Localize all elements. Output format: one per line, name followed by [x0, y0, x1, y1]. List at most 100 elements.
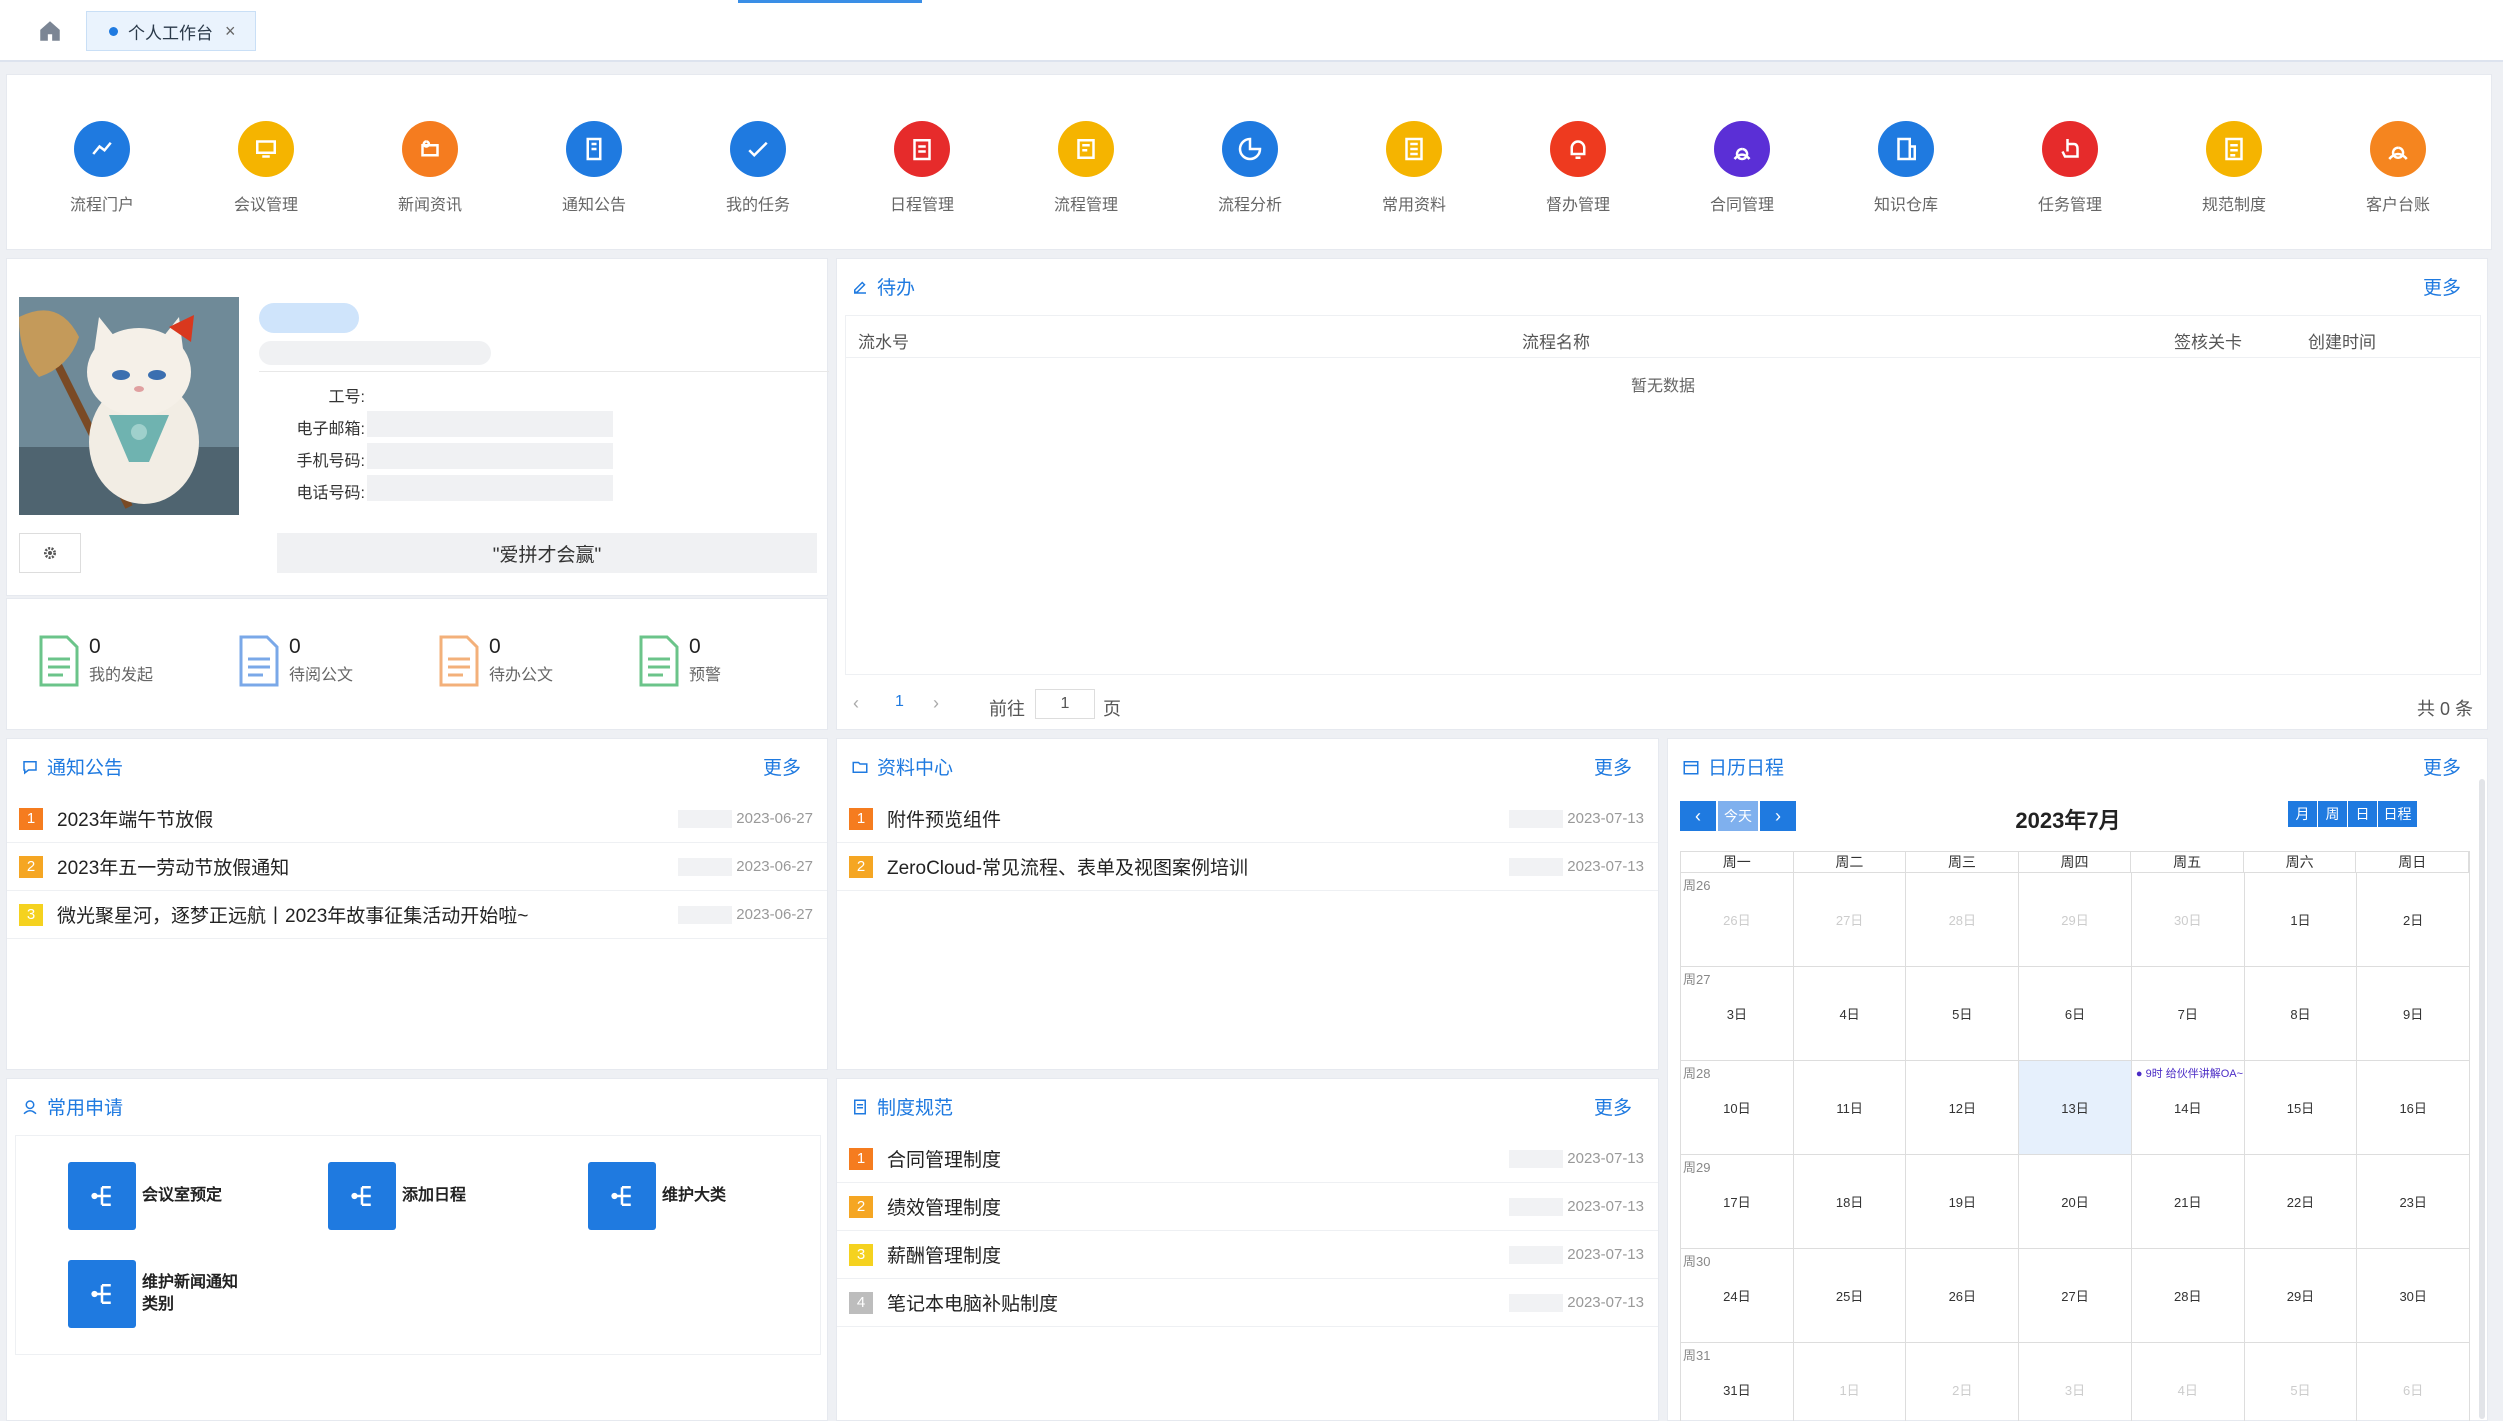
calendar-day[interactable]: 31日 — [1681, 1343, 1794, 1421]
quick-link-0[interactable]: 流程门户 — [37, 121, 167, 215]
quick-link-6[interactable]: 流程管理 — [1021, 121, 1151, 215]
tab-workbench[interactable]: 个人工作台 × — [86, 11, 256, 51]
calendar-day[interactable]: 11日 — [1794, 1061, 1907, 1154]
stat-item[interactable]: 0 待阅公文 — [237, 635, 353, 687]
view-button-3[interactable]: 日程 — [2378, 801, 2418, 827]
view-button-0[interactable]: 月 — [2288, 801, 2318, 827]
list-item[interactable]: 2 2023年五一劳动节放假通知 2023-06-27 — [7, 843, 827, 891]
common-app-2[interactable]: 维护大类 — [588, 1162, 772, 1230]
calendar-day[interactable]: 14日 ● 9时 给伙伴讲解OA~ — [2132, 1061, 2245, 1154]
item-title: 绩效管理制度 — [887, 1198, 1002, 1219]
quick-link-12[interactable]: 任务管理 — [2005, 121, 2135, 215]
view-button-1[interactable]: 周 — [2318, 801, 2348, 827]
calendar-day[interactable]: 23日 — [2357, 1155, 2471, 1248]
calendar-day[interactable]: 3日 — [1681, 967, 1794, 1060]
calendar-day[interactable]: 6日 — [2019, 967, 2132, 1060]
calendar-day[interactable]: 22日 — [2245, 1155, 2358, 1248]
notice-more-link[interactable]: 更多 — [763, 753, 801, 780]
common-app-3[interactable]: 维护新闻通知类别 — [68, 1260, 252, 1328]
quick-link-8[interactable]: 常用资料 — [1349, 121, 1479, 215]
list-item[interactable]: 1 合同管理制度 2023-07-13 — [837, 1135, 1658, 1183]
close-icon[interactable]: × — [225, 21, 236, 42]
common-app-0[interactable]: 会议室预定 — [68, 1162, 252, 1230]
stat-item[interactable]: 0 待办公文 — [437, 635, 553, 687]
calendar-day[interactable]: 5日 — [2245, 1343, 2358, 1421]
calendar-day[interactable]: 7日 — [2132, 967, 2245, 1060]
calendar-day[interactable]: 1日 — [2245, 873, 2358, 966]
goto-input[interactable]: 1 — [1035, 689, 1095, 719]
home-icon[interactable] — [36, 18, 66, 46]
list-item[interactable]: 2 ZeroCloud-常见流程、表单及视图案例培训 2023-07-13 — [837, 843, 1658, 891]
quick-link-label: 通知公告 — [561, 197, 626, 214]
settings-button[interactable] — [19, 533, 81, 573]
calendar-day[interactable]: 10日 — [1681, 1061, 1794, 1154]
calendar-day[interactable]: 27日 — [1794, 873, 1907, 966]
calendar-day[interactable]: 18日 — [1794, 1155, 1907, 1248]
item-date: 2023-06-27 — [736, 810, 813, 827]
quick-link-1[interactable]: 会议管理 — [201, 121, 331, 215]
calendar-day[interactable]: 12日 — [1906, 1061, 2020, 1154]
prev-page-icon[interactable]: ‹ — [853, 693, 859, 714]
calendar-day[interactable]: 15日 — [2245, 1061, 2358, 1154]
quick-link-2[interactable]: 新闻资讯 — [365, 121, 495, 215]
list-item[interactable]: 1 附件预览组件 2023-07-13 — [837, 795, 1658, 843]
calendar-day[interactable]: 2日 — [1906, 1343, 2020, 1421]
calendar-day[interactable]: 27日 — [2019, 1249, 2132, 1342]
calendar-day[interactable]: 28日 — [1906, 873, 2020, 966]
calendar-day[interactable]: 8日 — [2245, 967, 2358, 1060]
rules-more-link[interactable]: 更多 — [1594, 1093, 1632, 1120]
list-item[interactable]: 4 笔记本电脑补贴制度 2023-07-13 — [837, 1279, 1658, 1327]
calendar-day[interactable]: 13日 — [2019, 1061, 2132, 1154]
calendar-day[interactable]: 29日 — [2245, 1249, 2358, 1342]
calendar-day[interactable]: 6日 — [2357, 1343, 2471, 1421]
calendar-more-link[interactable]: 更多 — [2423, 753, 2461, 780]
quick-link-label: 知识仓库 — [1873, 197, 1938, 214]
calendar-day[interactable]: 30日 — [2132, 873, 2245, 966]
quick-link-11[interactable]: 知识仓库 — [1841, 121, 1971, 215]
calendar-day[interactable]: 21日 — [2132, 1155, 2245, 1248]
calendar-day[interactable]: 20日 — [2019, 1155, 2132, 1248]
list-item[interactable]: 2 绩效管理制度 2023-07-13 — [837, 1183, 1658, 1231]
calendar-scrollbar[interactable] — [2479, 779, 2485, 1419]
stat-item[interactable]: 0 我的发起 — [37, 635, 153, 687]
calendar-day[interactable]: 26日 — [1906, 1249, 2020, 1342]
calendar-day[interactable]: 5日 — [1906, 967, 2020, 1060]
calendar-day[interactable]: 17日 — [1681, 1155, 1794, 1248]
calendar-day[interactable]: 29日 — [2019, 873, 2132, 966]
calendar-day[interactable]: 1日 — [1794, 1343, 1907, 1421]
todo-more-link[interactable]: 更多 — [2423, 273, 2461, 300]
quick-link-3[interactable]: 通知公告 — [529, 121, 659, 215]
calendar-day[interactable]: 26日 — [1681, 873, 1794, 966]
quick-link-10[interactable]: 合同管理 — [1677, 121, 1807, 215]
next-page-icon[interactable]: › — [933, 693, 939, 714]
calendar-day[interactable]: 2日 — [2357, 873, 2471, 966]
list-item[interactable]: 1 2023年端午节放假 2023-06-27 — [7, 795, 827, 843]
stat-item[interactable]: 0 预警 — [637, 635, 721, 687]
quick-link-13[interactable]: 规范制度 — [2169, 121, 2299, 215]
quick-link-icon — [1222, 121, 1278, 177]
calendar-day[interactable]: 25日 — [1794, 1249, 1907, 1342]
quick-link-icon — [2370, 121, 2426, 177]
calendar-day[interactable]: 28日 — [2132, 1249, 2245, 1342]
view-button-2[interactable]: 日 — [2348, 801, 2378, 827]
quick-link-4[interactable]: 我的任务 — [693, 121, 823, 215]
calendar-day[interactable]: 4日 — [2132, 1343, 2245, 1421]
calendar-event[interactable]: ● 9时 给伙伴讲解OA~ — [2136, 1065, 2243, 1081]
quick-link-7[interactable]: 流程分析 — [1185, 121, 1315, 215]
calendar-day[interactable]: 24日 — [1681, 1249, 1794, 1342]
calendar-day[interactable]: 9日 — [2357, 967, 2471, 1060]
calendar-day[interactable]: 4日 — [1794, 967, 1907, 1060]
calendar-day[interactable]: 16日 — [2357, 1061, 2471, 1154]
quick-link-9[interactable]: 督办管理 — [1513, 121, 1643, 215]
common-app-1[interactable]: 添加日程 — [328, 1162, 512, 1230]
quick-link-5[interactable]: 日程管理 — [857, 121, 987, 215]
list-item[interactable]: 3 薪酬管理制度 2023-07-13 — [837, 1231, 1658, 1279]
list-item[interactable]: 3 微光聚星河，逐梦正远航丨2023年故事征集活动开始啦~ 2023-06-27 — [7, 891, 827, 939]
files-more-link[interactable]: 更多 — [1594, 753, 1632, 780]
calendar-day[interactable]: 19日 — [1906, 1155, 2020, 1248]
page-number[interactable]: 1 — [895, 693, 904, 711]
common-apps-panel: 常用申请 会议室预定 添加日程 维护大类 维护新闻通知类别 — [6, 1078, 828, 1421]
calendar-day[interactable]: 3日 — [2019, 1343, 2132, 1421]
calendar-day[interactable]: 30日 — [2357, 1249, 2471, 1342]
quick-link-14[interactable]: 客户台账 — [2333, 121, 2463, 215]
